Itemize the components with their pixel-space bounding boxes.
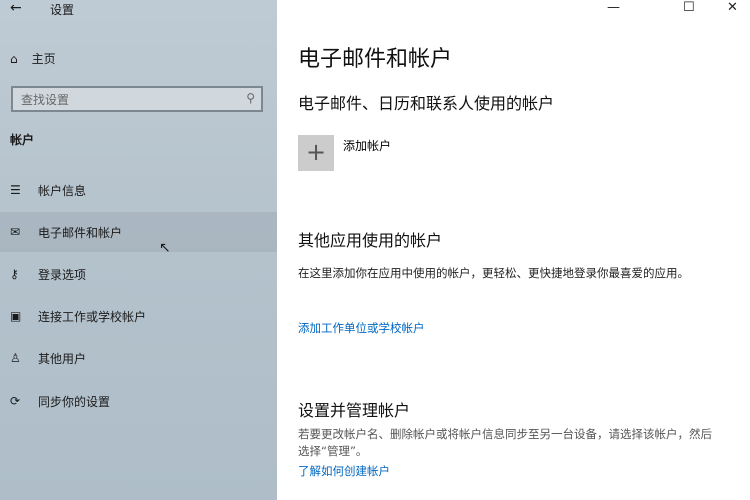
sidebar-home[interactable]: ⌂ 主页 xyxy=(10,50,56,67)
sidebar: ← 设置 ⌂ 主页 查找设置 ⚲ 帐户 ☰ 帐户信息 ✉ 电子邮件和帐户 ⚷ 登录选项 ▣… xyxy=(0,0,277,500)
plus-icon: + xyxy=(305,138,327,166)
close-button[interactable]: ✕ xyxy=(727,0,738,15)
sidebar-item-account-info[interactable]: ☰ 帐户信息 xyxy=(0,170,277,210)
learn-create-account-link[interactable]: 了解如何创建帐户 xyxy=(298,463,390,479)
person-icon: ♙ xyxy=(10,351,21,365)
home-icon: ⌂ xyxy=(10,51,18,66)
item-label: 帐户信息 xyxy=(38,183,87,198)
item-label: 电子邮件和帐户 xyxy=(38,225,123,240)
maximize-button[interactable]: ☐ xyxy=(683,0,695,15)
section-description: 若要更改帐户名、删除帐户或将帐户信息同步至另一台设备，请选择该帐户，然后选择“管… xyxy=(298,427,712,458)
add-account-label[interactable]: 添加帐户 xyxy=(343,137,391,154)
key-icon: ⚷ xyxy=(10,267,19,281)
sidebar-item-work-school[interactable]: ▣ 连接工作或学校帐户 xyxy=(0,296,277,336)
briefcase-icon: ▣ xyxy=(10,309,22,323)
page-title: 电子邮件和帐户 xyxy=(298,47,453,72)
item-label: 其他用户 xyxy=(38,351,87,366)
item-label: 同步你的设置 xyxy=(38,394,111,409)
add-account-button[interactable]: + xyxy=(298,135,334,171)
sync-icon: ⟳ xyxy=(10,394,21,408)
sidebar-item-email-accounts[interactable]: ✉ 电子邮件和帐户 xyxy=(0,212,277,252)
minimize-button[interactable]: — xyxy=(607,0,620,15)
sidebar-item-other-users[interactable]: ♙ 其他用户 xyxy=(0,338,277,378)
back-arrow-icon[interactable]: ← xyxy=(10,0,22,16)
search-placeholder: 查找设置 xyxy=(21,93,70,107)
item-label: 登录选项 xyxy=(38,267,87,282)
item-label: 连接工作或学校帐户 xyxy=(38,309,147,324)
section-description: 在这里添加你在应用中使用的帐户，更轻松、更快捷地登录你最喜爱的应用。 xyxy=(298,266,689,280)
sidebar-item-sign-in[interactable]: ⚷ 登录选项 xyxy=(0,254,277,294)
search-icon[interactable]: ⚲ xyxy=(246,91,255,105)
section-heading: 帐户 xyxy=(10,133,35,147)
main-content: — ☐ ✕ 电子邮件和帐户 电子邮件、日历和联系人使用的帐户 + 添加帐户 其他… xyxy=(277,0,750,500)
person-list-icon: ☰ xyxy=(10,183,21,197)
search-input[interactable]: 查找设置 ⚲ xyxy=(11,86,263,112)
home-label: 主页 xyxy=(31,52,56,66)
sidebar-item-sync[interactable]: ⟳ 同步你的设置 xyxy=(0,381,277,421)
section-heading: 电子邮件、日历和联系人使用的帐户 xyxy=(298,94,555,113)
mouse-cursor-icon: ↖ xyxy=(159,240,171,256)
mail-icon: ✉ xyxy=(10,225,21,239)
window-title: 设置 xyxy=(50,3,75,17)
section-heading: 其他应用使用的帐户 xyxy=(298,231,443,250)
add-work-school-link[interactable]: 添加工作单位或学校帐户 xyxy=(298,320,425,336)
section-heading: 设置并管理帐户 xyxy=(298,401,411,420)
